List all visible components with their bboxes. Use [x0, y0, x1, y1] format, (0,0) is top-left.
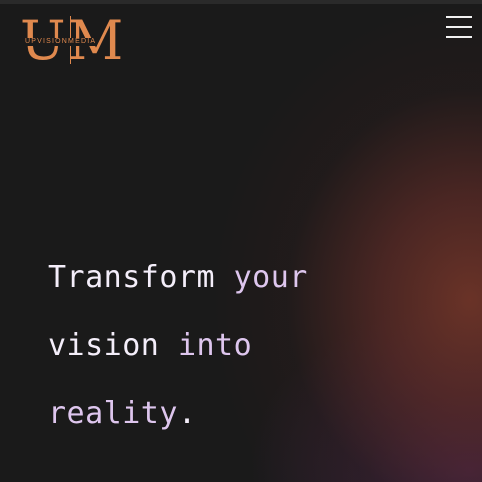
menu-bar-top — [446, 16, 472, 18]
hero-line-3: reality. — [48, 380, 468, 448]
hero-period: . — [177, 396, 197, 431]
top-bar — [0, 0, 482, 4]
menu-bar-bottom — [446, 36, 472, 38]
hero-line-1: Transform your — [48, 244, 468, 312]
logo-wordmark: UPVISIONMEDIA — [24, 38, 98, 46]
hero-word-into: into — [177, 328, 253, 363]
site-logo[interactable]: U M UPVISIONMEDIA — [20, 14, 124, 68]
hero-word-your: your — [233, 260, 308, 295]
menu-bar-middle — [446, 26, 472, 28]
hero-word-reality: reality — [48, 396, 178, 431]
hero-word-transform: Transform — [48, 260, 216, 295]
hamburger-menu-icon[interactable] — [444, 14, 474, 42]
hero-word-vision: vision — [48, 328, 160, 363]
hero-line-2: vision into — [48, 312, 468, 380]
hero-heading: Transform your vision into reality. — [48, 244, 468, 448]
